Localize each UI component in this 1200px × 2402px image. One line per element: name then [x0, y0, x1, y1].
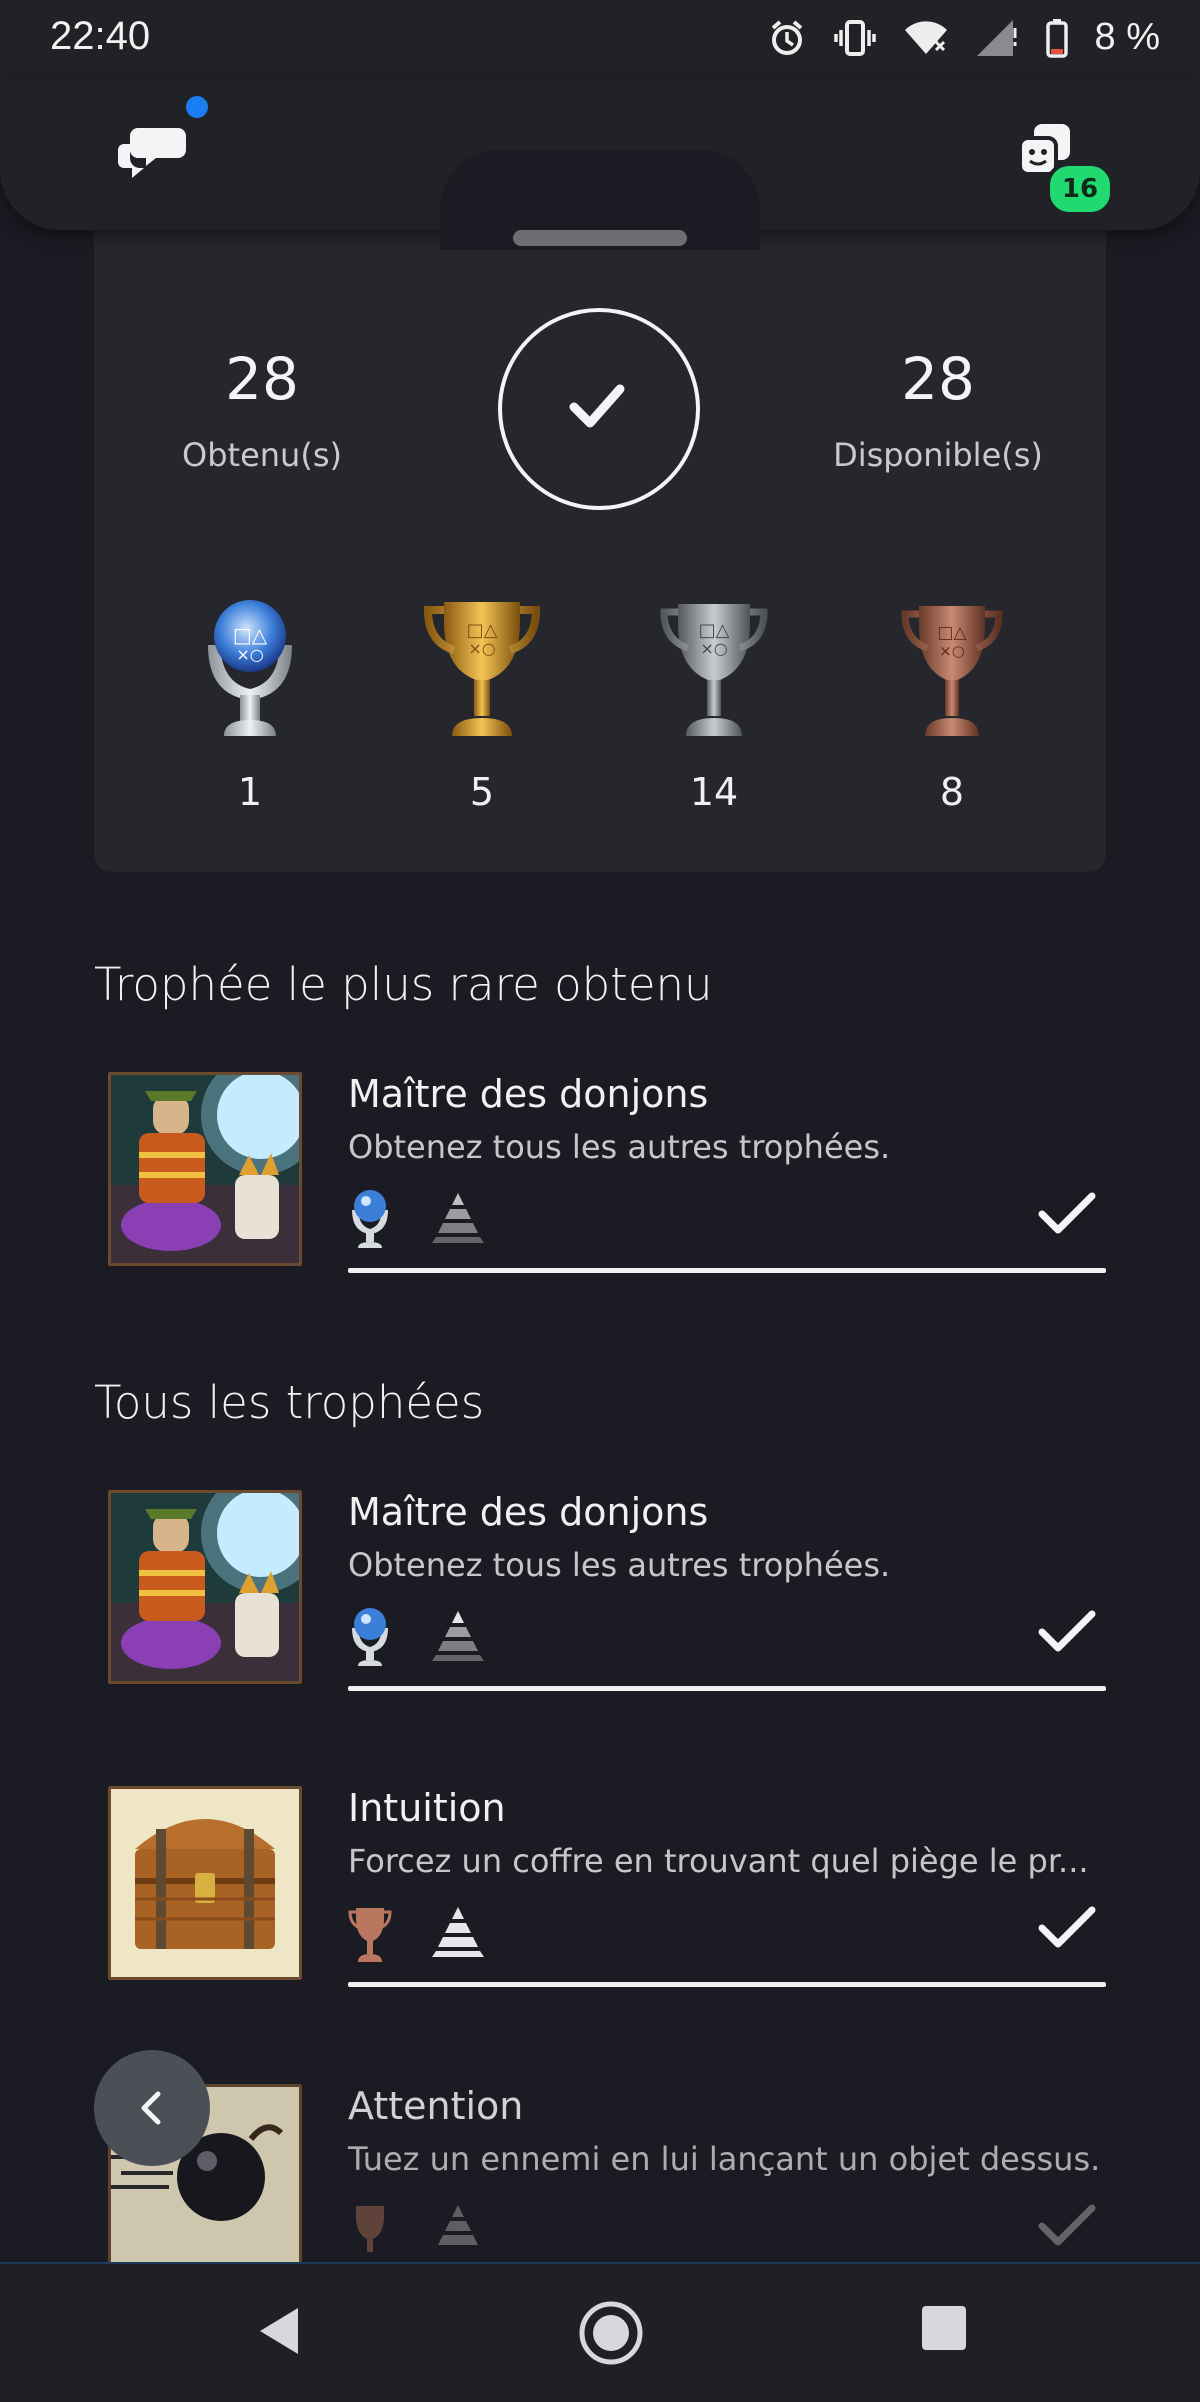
trophy-name: Intuition: [348, 1786, 506, 1830]
trophy-row[interactable]: Maître des donjons Obtenez tous les autr…: [94, 1490, 1106, 1720]
check-icon: [569, 384, 625, 428]
svg-text:×○: ×○: [700, 639, 727, 658]
svg-text:□△: □△: [467, 620, 498, 641]
rarity-pyramid-icon: [432, 1193, 484, 1243]
trophy-image: [108, 1786, 302, 1980]
trophy-name: Attention: [348, 2084, 524, 2128]
check-icon: [1038, 2204, 1096, 2246]
trophy-name: Maître des donjons: [348, 1072, 709, 1116]
signal-icon: [976, 19, 1017, 56]
nav-back-button[interactable]: [254, 2304, 304, 2362]
battery-percent: 8 %: [1094, 16, 1160, 58]
wifi-icon: [904, 20, 947, 54]
gold-count: 5: [469, 770, 495, 814]
back-triangle-icon: [260, 2308, 298, 2354]
trophy-meta: [348, 2198, 488, 2260]
earned-count: 28: [225, 345, 299, 413]
status-icons: 8 %: [767, 16, 1160, 59]
earned-check: [1038, 1906, 1096, 1954]
chat-bubbles-icon: [118, 128, 186, 178]
status-time: 22:40: [50, 14, 151, 58]
platinum-trophy-count: □△ ×○ 1: [190, 590, 310, 814]
earned-check: [1038, 1610, 1096, 1658]
svg-text:□△: □△: [699, 620, 730, 641]
trophy-description: Obtenez tous les autres trophées.: [348, 1546, 891, 1584]
completion-circle: [498, 308, 700, 510]
platinum-trophy-icon: [352, 1608, 388, 1666]
rarest-trophy-row[interactable]: Maître des donjons Obtenez tous les autr…: [94, 1072, 1106, 1302]
bronze-trophy-icon: [356, 2206, 384, 2252]
back-button[interactable]: [94, 2050, 210, 2166]
recents-square-icon: [922, 2306, 966, 2350]
chat-button[interactable]: [118, 120, 188, 180]
sheet-handle[interactable]: [513, 230, 687, 246]
nav-recents-button[interactable]: [920, 2304, 968, 2356]
available-count: 28: [901, 345, 975, 413]
silver-trophy-icon: □△ ×○: [660, 604, 768, 736]
svg-text:□△: □△: [233, 623, 268, 647]
platinum-count: 1: [237, 770, 263, 814]
progress-bar: [348, 1686, 1106, 1691]
earned-check: [1038, 1192, 1096, 1240]
svg-text:×○: ×○: [468, 639, 495, 658]
svg-text:□△: □△: [937, 623, 967, 643]
earned-check: [1038, 2204, 1096, 2252]
trophy-description: Tuez un ennemi en lui lançant un objet d…: [348, 2140, 1101, 2178]
system-nav-bar: [0, 2262, 1200, 2402]
rarity-pyramid-icon: [432, 1907, 484, 1957]
progress-bar: [348, 1982, 1106, 1987]
svg-text:×○: ×○: [236, 645, 263, 664]
gold-trophy-icon: □△ ×○: [423, 602, 541, 736]
trophy-description: Forcez un coffre en trouvant quel piège …: [348, 1842, 1089, 1880]
status-bar: 22:40 8 %: [0, 0, 1200, 80]
check-icon: [1038, 1610, 1096, 1652]
vibrate-icon: [833, 19, 876, 56]
check-icon: [1038, 1192, 1096, 1234]
trophy-description: Obtenez tous les autres trophées.: [348, 1128, 891, 1166]
bronze-trophy-icon: □△ ×○: [901, 606, 1003, 736]
notification-dot: [186, 96, 208, 118]
platinum-trophy-icon: [352, 1190, 388, 1248]
trophy-row[interactable]: Intuition Forcez un coffre en trouvant q…: [94, 1786, 1106, 2016]
trophy-summary-card: 28 Obtenu(s) 28 Disponible(s) □△ ×○ 1 □△…: [94, 200, 1106, 872]
silver-count: 14: [689, 770, 739, 814]
chevron-left-icon: [141, 2091, 161, 2125]
alarm-icon: [771, 19, 802, 55]
nav-home-button[interactable]: [578, 2300, 644, 2370]
available-stat: 28 Disponible(s): [808, 350, 1068, 474]
bronze-trophy-icon: [348, 1908, 392, 1962]
bronze-count: 8: [939, 770, 965, 814]
rarity-pyramid-icon: [432, 1611, 484, 1661]
available-label: Disponible(s): [833, 436, 1043, 474]
svg-text:×○: ×○: [939, 642, 965, 660]
battery-icon: [1045, 18, 1068, 58]
trophy-meta: [348, 1900, 488, 1962]
trophy-meta: [348, 1186, 488, 1248]
trophy-image: [108, 1072, 302, 1266]
silver-trophy-count: □△ ×○ 14: [654, 590, 774, 814]
trophy-name: Maître des donjons: [348, 1490, 709, 1534]
earned-stat: 28 Obtenu(s): [132, 350, 392, 474]
trophy-image: [108, 1490, 302, 1684]
friends-count-badge: 16: [1046, 162, 1114, 216]
earned-label: Obtenu(s): [182, 436, 342, 474]
bronze-trophy-count: □△ ×○ 8: [892, 590, 1012, 814]
check-icon: [1038, 1906, 1096, 1948]
rarest-trophy-title: Trophée le plus rare obtenu: [94, 958, 713, 1011]
rarity-pyramid-icon: [438, 2205, 478, 2245]
platinum-trophy-icon: □△ ×○: [208, 600, 292, 736]
home-circle-icon: [579, 2301, 643, 2365]
gold-trophy-count: □△ ×○ 5: [422, 590, 542, 814]
progress-bar: [348, 1268, 1106, 1273]
all-trophies-title: Tous les trophées: [94, 1376, 485, 1429]
trophy-meta: [348, 1604, 488, 1666]
